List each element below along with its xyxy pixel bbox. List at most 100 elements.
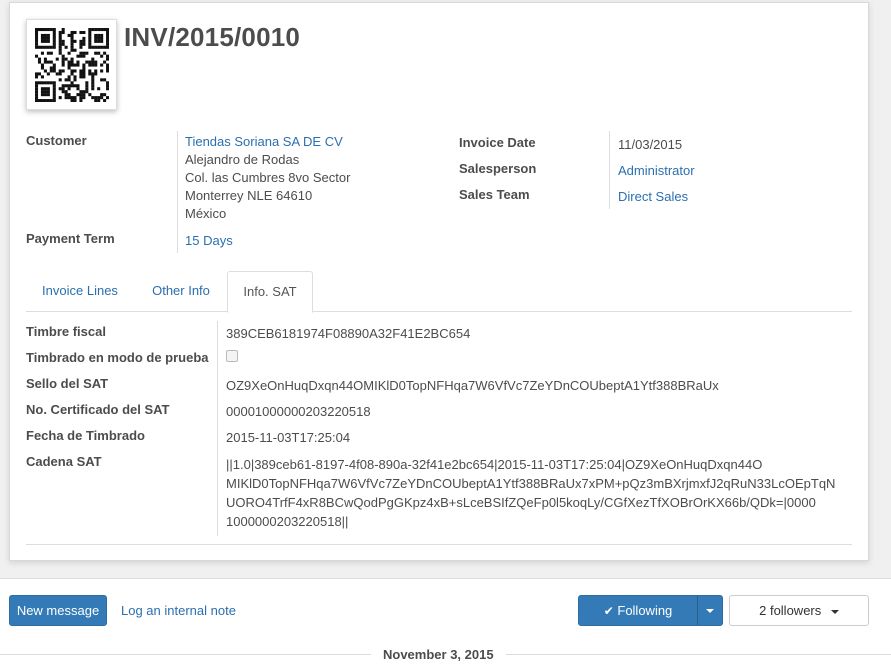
log-note-link[interactable]: Log an internal note	[121, 603, 236, 618]
customer-label: Customer	[26, 133, 87, 148]
qr-module	[88, 30, 92, 35]
qr-module	[73, 39, 77, 43]
qr-module	[76, 54, 80, 58]
qr-module	[82, 36, 86, 40]
qr-module	[79, 96, 83, 100]
qr-module	[79, 90, 83, 94]
salesperson-label: Salesperson	[459, 161, 537, 176]
qr-module	[70, 45, 74, 49]
followers-button[interactable]: 2 followers	[729, 595, 869, 626]
qr-module	[43, 39, 47, 43]
following-label: Following	[617, 603, 673, 618]
qr-module	[91, 45, 95, 49]
tab-info-sat[interactable]: Info. SAT	[227, 271, 313, 313]
qr-module	[100, 93, 104, 97]
sello-sat-label: Sello del SAT	[26, 376, 109, 391]
qr-module	[79, 51, 83, 55]
qr-module	[88, 39, 92, 43]
qr-module	[70, 30, 74, 35]
qr-module	[46, 93, 50, 97]
qr-module	[97, 36, 101, 40]
qr-module	[85, 60, 89, 64]
cadena-sat-line: 1000000203220518||	[226, 514, 349, 529]
qr-module	[64, 78, 68, 82]
sales-team-link[interactable]: Direct Sales	[618, 189, 688, 204]
qr-module	[79, 69, 83, 73]
qr-module	[85, 81, 89, 85]
notebook-tabs: Invoice Lines Other Info Info. SAT	[26, 271, 852, 313]
qr-module	[52, 93, 56, 97]
qr-module	[55, 57, 59, 61]
followers-label: 2 followers	[759, 603, 822, 618]
qr-module	[97, 28, 101, 32]
tab-other-info[interactable]: Other Info	[138, 271, 224, 312]
qr-module	[43, 81, 47, 85]
qr-module	[67, 60, 71, 64]
customer-separator	[177, 131, 178, 231]
new-message-button[interactable]: New message	[9, 595, 107, 626]
qr-module	[79, 54, 83, 58]
customer-address-line-2: Col. las Cumbres 8vo Sector	[185, 170, 351, 185]
salesperson-link[interactable]: Administrator	[618, 163, 695, 178]
following-button[interactable]: ✔ Following	[578, 595, 698, 626]
payment-term-link[interactable]: 15 Days	[185, 233, 233, 248]
qr-module	[76, 63, 80, 67]
qr-module	[46, 99, 50, 102]
qr-module	[82, 75, 86, 79]
qr-module	[106, 39, 109, 43]
customer-name-link[interactable]: Tiendas Soriana SA DE CV	[185, 133, 350, 151]
qr-module	[35, 54, 39, 58]
qr-module	[35, 28, 39, 32]
qr-module	[43, 45, 47, 49]
qr-module	[40, 36, 44, 40]
qr-module	[35, 36, 39, 40]
qr-module	[82, 42, 86, 46]
qr-module	[46, 45, 50, 49]
qr-module	[97, 99, 101, 102]
customer-address-line-4: México	[185, 206, 227, 221]
qr-module	[58, 87, 62, 91]
qr-module	[73, 48, 77, 52]
qr-module	[88, 69, 92, 73]
qr-module	[76, 93, 80, 97]
qr-module	[67, 84, 71, 88]
timbre-fiscal-value: 389CEB6181974F08890A32F41E2BC654	[226, 326, 471, 341]
qr-module	[58, 69, 62, 73]
qr-module	[106, 28, 109, 32]
qr-module	[106, 84, 109, 88]
qr-module	[67, 93, 71, 97]
qr-module	[70, 57, 74, 61]
qr-code-image	[26, 19, 117, 110]
qr-module	[103, 45, 107, 49]
qr-module	[61, 42, 65, 46]
modo-prueba-checkbox[interactable]	[226, 350, 238, 362]
qr-module	[73, 84, 77, 88]
qr-module	[85, 51, 89, 55]
qr-module	[82, 93, 86, 97]
payment-term-label: Payment Term	[26, 231, 115, 246]
qr-module	[82, 39, 86, 43]
qr-module	[94, 96, 98, 100]
qr-module	[49, 45, 53, 49]
qr-module	[100, 33, 104, 37]
qr-module	[64, 90, 68, 94]
customer-address-line-1: Alejandro de Rodas	[185, 152, 300, 167]
qr-module	[79, 75, 83, 79]
cadena-sat-label: Cadena SAT	[26, 454, 102, 469]
tab-invoice-lines[interactable]: Invoice Lines	[26, 271, 134, 312]
qr-module	[97, 39, 101, 43]
qr-module	[91, 81, 95, 85]
qr-module	[70, 60, 74, 64]
qr-module	[82, 72, 86, 76]
qr-module	[94, 69, 98, 73]
qr-module	[61, 54, 65, 58]
qr-module	[70, 39, 74, 43]
qr-module	[37, 57, 42, 61]
qr-module	[106, 69, 109, 73]
qr-module	[103, 51, 107, 55]
following-dropdown-toggle[interactable]	[697, 595, 723, 626]
qr-module	[79, 30, 83, 35]
qr-module	[70, 69, 74, 73]
qr-module	[49, 69, 53, 73]
qr-module	[35, 93, 39, 97]
